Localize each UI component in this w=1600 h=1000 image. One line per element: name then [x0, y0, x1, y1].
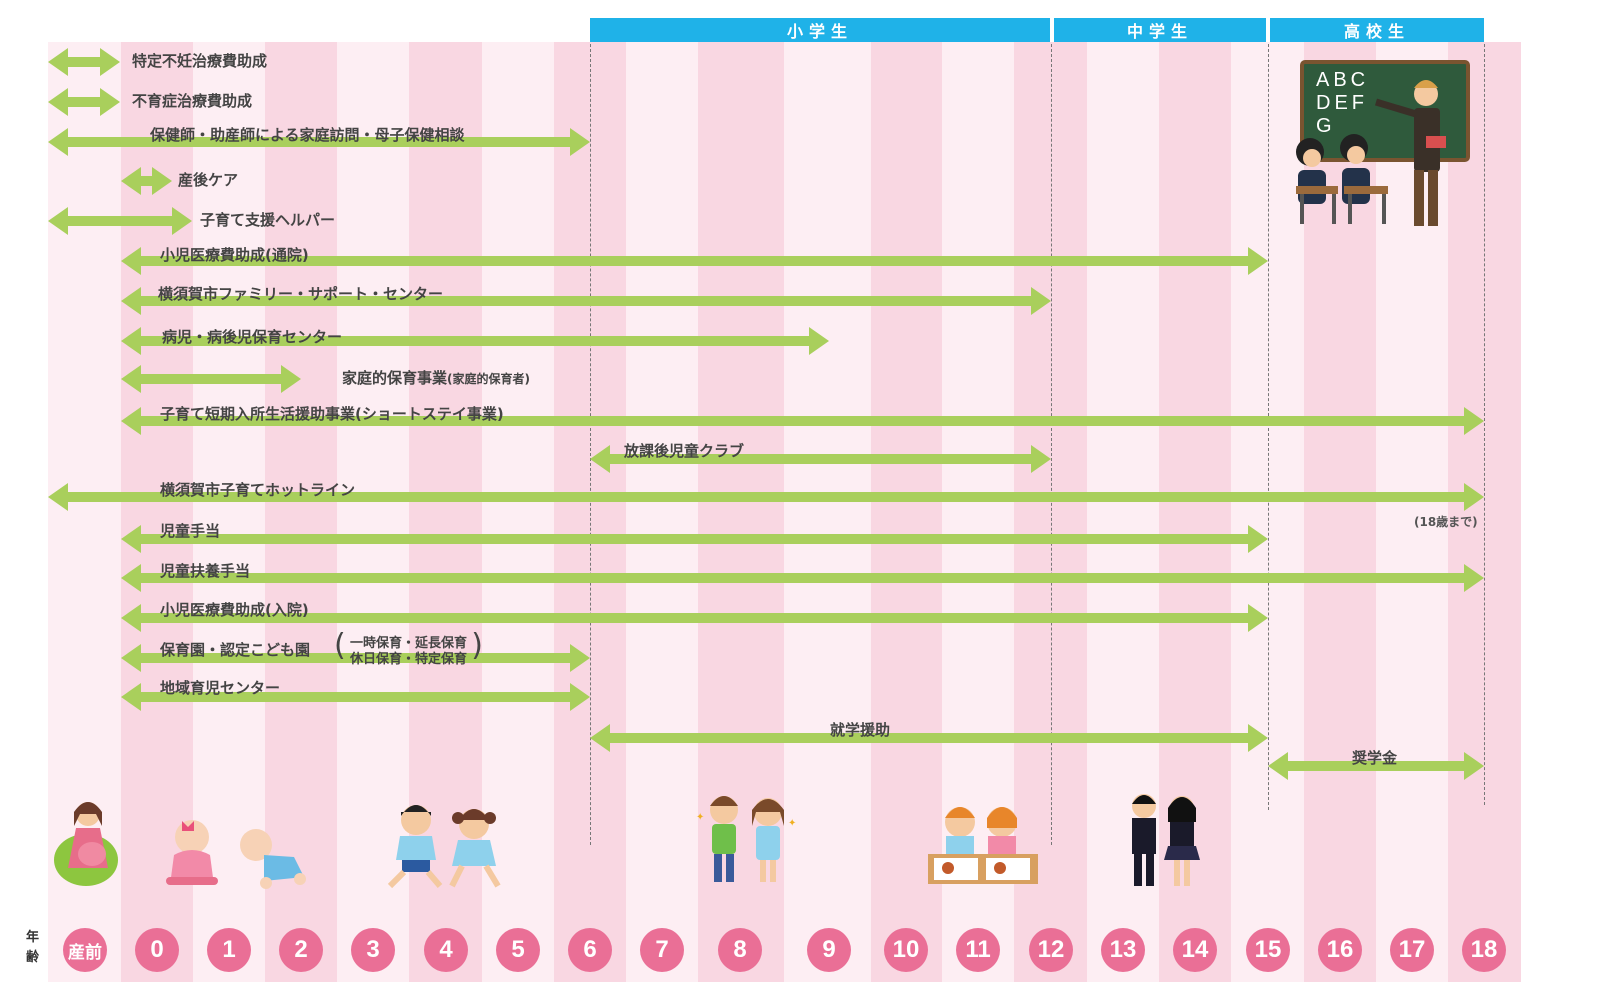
- chalkboard-text-3: G: [1316, 115, 1336, 137]
- school-boundary-line: [1484, 44, 1485, 805]
- service-name: 児童手当: [160, 522, 221, 540]
- school-band-elementary: 小学生: [590, 18, 1050, 42]
- service-bar: [48, 207, 192, 235]
- service-paren-line-2: 休日保育・特定保育: [350, 652, 468, 667]
- service-name: 保育園・認定こども園: [160, 641, 311, 659]
- service-bar: [590, 724, 1268, 752]
- service-name: 奨学金: [1352, 749, 1398, 767]
- service-label: 不育症治療費助成: [132, 92, 252, 110]
- babies-illustration: [166, 820, 306, 889]
- service-label: 保育園・認定こども園: [160, 641, 310, 659]
- service-label: 就学援助: [830, 721, 890, 739]
- svg-text:✦: ✦: [696, 812, 704, 823]
- service-label: 小児医療費助成(通院): [160, 246, 309, 264]
- service-label: 奨学金: [1352, 749, 1397, 767]
- service-label: 子育て支援ヘルパー: [200, 211, 335, 229]
- age-marker-8: 8: [718, 928, 762, 972]
- service-name: 家庭的保育事業: [342, 369, 448, 387]
- service-paren-line-1: 一時保育・延長保育: [350, 636, 468, 651]
- age-axis-label: 年齢: [26, 930, 40, 965]
- service-label: 小児医療費助成(入院): [160, 601, 309, 619]
- service-bar: [121, 564, 1484, 592]
- age-marker-6: 6: [568, 928, 612, 972]
- age-column-7: [626, 42, 698, 982]
- preschool-children-illustration: [387, 805, 501, 889]
- service-name: 就学援助: [830, 721, 891, 739]
- service-note: (18歳まで): [1414, 515, 1478, 529]
- service-bar: [121, 167, 172, 195]
- service-label: 横須賀市ファミリー・サポート・センター: [158, 285, 443, 303]
- service-label: 保健師・助産師による家庭訪問・母子保健相談: [150, 126, 465, 144]
- service-label: 横須賀市子育てホットライン: [160, 481, 355, 499]
- service-name: 横須賀市ファミリー・サポート・センター: [158, 285, 444, 303]
- service-name: 児童扶養手当: [160, 562, 251, 580]
- age-marker-0: 0: [135, 928, 179, 972]
- age-marker-1: 1: [207, 928, 251, 972]
- service-sub-label: (家庭的保育者): [447, 372, 530, 386]
- age-marker-18: 18: [1462, 928, 1506, 972]
- service-bar: [121, 365, 301, 393]
- age-marker-7: 7: [640, 928, 684, 972]
- age-marker-10: 10: [884, 928, 928, 972]
- age-marker-11: 11: [956, 928, 1000, 972]
- age-marker-13: 13: [1101, 928, 1145, 972]
- service-name: 病児・病後児保育センター: [162, 328, 343, 346]
- school-boundary-line: [590, 44, 591, 845]
- age-marker-15: 15: [1246, 928, 1290, 972]
- service-name: 子育て短期入所生活援助事業(ショートステイ事業): [160, 405, 504, 423]
- service-label: 子育て短期入所生活援助事業(ショートステイ事業): [160, 405, 504, 423]
- service-name: 不育症治療費助成: [132, 92, 253, 110]
- junior-high-students-illustration: [1132, 794, 1200, 886]
- school-band-junior-high: 中学生: [1054, 18, 1266, 42]
- age-marker-4: 4: [424, 928, 468, 972]
- age-marker-3: 3: [351, 928, 395, 972]
- chalkboard-text-1: ABC: [1316, 69, 1369, 91]
- age-marker-産前: 産前: [63, 928, 107, 972]
- school-boundary-line: [1051, 44, 1052, 845]
- classroom-illustration: ABC DEF G: [1296, 60, 1470, 226]
- support-timeline: 小学生 中学生 高校生 特定不妊治療費助成 不育症治療費助成保健師・助産師による家…: [0, 0, 1600, 1000]
- age-marker-12: 12: [1029, 928, 1073, 972]
- elementary-children-illustration: ✦ ✦: [696, 796, 796, 882]
- pregnant-woman-illustration: [54, 802, 118, 886]
- service-name: 横須賀市子育てホットライン: [160, 481, 356, 499]
- chalkboard-text-2: DEF: [1316, 92, 1368, 114]
- service-bar: [48, 48, 120, 76]
- service-label: 家庭的保育事業(家庭的保育者): [342, 369, 530, 388]
- school-band-high-school: 高校生: [1270, 18, 1484, 42]
- age-marker-16: 16: [1318, 928, 1362, 972]
- svg-text:✦: ✦: [788, 818, 796, 829]
- age-marker-2: 2: [279, 928, 323, 972]
- service-label: 児童手当: [160, 522, 220, 540]
- service-label: 放課後児童クラブ: [624, 442, 744, 460]
- school-lunch-children-illustration: [928, 807, 1038, 884]
- service-name: 放課後児童クラブ: [624, 442, 745, 460]
- service-paren-group: (一時保育・延長保育 休日保育・特定保育): [334, 628, 484, 668]
- service-name: 子育て支援ヘルパー: [200, 211, 336, 229]
- service-name: 小児医療費助成(通院): [160, 246, 309, 264]
- service-name: 保健師・助産師による家庭訪問・母子保健相談: [150, 126, 465, 144]
- service-name: 地域育児センター: [160, 679, 281, 697]
- age-marker-5: 5: [496, 928, 540, 972]
- service-label: 地域育児センター: [160, 679, 280, 697]
- age-marker-14: 14: [1173, 928, 1217, 972]
- service-label: 病児・病後児保育センター: [162, 328, 342, 346]
- service-name: 産後ケア: [178, 171, 239, 189]
- service-bar: [48, 88, 120, 116]
- service-label: 特定不妊治療費助成: [132, 52, 267, 70]
- service-label: 児童扶養手当: [160, 562, 250, 580]
- service-name: 小児医療費助成(入院): [160, 601, 309, 619]
- age-marker-9: 9: [807, 928, 851, 972]
- age-marker-17: 17: [1390, 928, 1434, 972]
- service-label: 産後ケア: [178, 171, 238, 189]
- service-bar: [121, 525, 1268, 553]
- service-name: 特定不妊治療費助成: [132, 52, 268, 70]
